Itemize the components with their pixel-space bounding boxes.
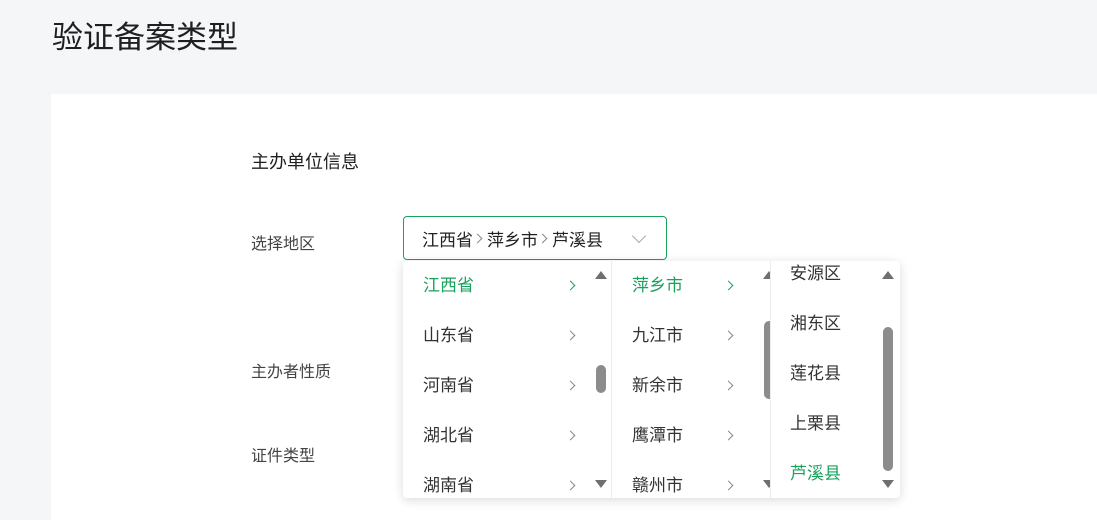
district-column[interactable]: 安源区 湘东区 莲花县 上栗县 芦溪县 <box>771 261 900 498</box>
district-option[interactable]: 安源区 <box>790 261 860 289</box>
district-option[interactable]: 芦溪县 <box>790 459 860 489</box>
scroll-up-icon[interactable] <box>882 271 894 279</box>
city-column[interactable]: 萍乡市 九江市 新余市 鹰潭市 赣州市 <box>612 261 771 498</box>
chevron-right-icon <box>565 330 576 341</box>
chevron-right-icon <box>472 233 483 244</box>
province-column[interactable]: 江西省 山东省 河南省 湖北省 湖南省 <box>403 261 612 498</box>
scroll-down-icon[interactable] <box>882 480 894 488</box>
chevron-right-icon <box>723 280 734 291</box>
province-option[interactable]: 山东省 <box>423 321 578 351</box>
chevron-right-icon <box>723 380 734 391</box>
path-separator <box>537 228 552 248</box>
selected-district: 芦溪县 <box>552 230 603 251</box>
section-title: 主办单位信息 <box>251 152 359 173</box>
region-label: 选择地区 <box>251 234 316 253</box>
city-option[interactable]: 鹰潭市 <box>632 421 736 451</box>
province-option[interactable]: 湖南省 <box>423 471 578 498</box>
province-option[interactable]: 河南省 <box>423 371 578 401</box>
district-option[interactable]: 湘东区 <box>790 309 860 339</box>
organizer-nature-label: 主办者性质 <box>251 362 332 381</box>
selected-city: 萍乡市 <box>487 230 538 251</box>
city-option[interactable]: 萍乡市 <box>632 271 736 301</box>
chevron-down-icon[interactable] <box>631 228 647 244</box>
scroll-up-icon[interactable] <box>763 271 770 279</box>
city-scrollbar-thumb[interactable] <box>764 321 770 399</box>
district-option[interactable]: 莲花县 <box>790 359 860 389</box>
chevron-right-icon <box>537 233 548 244</box>
chevron-right-icon <box>565 480 576 491</box>
city-option[interactable]: 九江市 <box>632 321 736 351</box>
certificate-type-label: 证件类型 <box>251 446 316 465</box>
region-cascader-input[interactable]: 江西省 萍乡市 芦溪县 <box>403 216 667 260</box>
scroll-down-icon[interactable] <box>763 480 770 488</box>
city-option[interactable]: 新余市 <box>632 371 736 401</box>
province-scrollbar-thumb[interactable] <box>596 365 606 393</box>
scroll-up-icon[interactable] <box>595 271 607 279</box>
chevron-right-icon <box>565 380 576 391</box>
chevron-right-icon <box>723 430 734 441</box>
district-option[interactable]: 上栗县 <box>790 409 860 439</box>
scroll-down-icon[interactable] <box>595 480 607 488</box>
province-option[interactable]: 湖北省 <box>423 421 578 451</box>
selected-province: 江西省 <box>422 230 473 251</box>
province-option[interactable]: 江西省 <box>423 271 578 301</box>
chevron-right-icon <box>723 330 734 341</box>
page-title: 验证备案类型 <box>52 20 238 56</box>
chevron-right-icon <box>723 480 734 491</box>
city-option[interactable]: 赣州市 <box>632 471 736 498</box>
chevron-right-icon <box>565 280 576 291</box>
chevron-right-icon <box>565 430 576 441</box>
path-separator <box>472 228 487 248</box>
district-scrollbar-thumb[interactable] <box>883 327 893 471</box>
region-cascader-dropdown: 江西省 山东省 河南省 湖北省 湖南省 萍乡市 九江市 新余市 鹰潭市 赣州市 … <box>403 261 900 498</box>
